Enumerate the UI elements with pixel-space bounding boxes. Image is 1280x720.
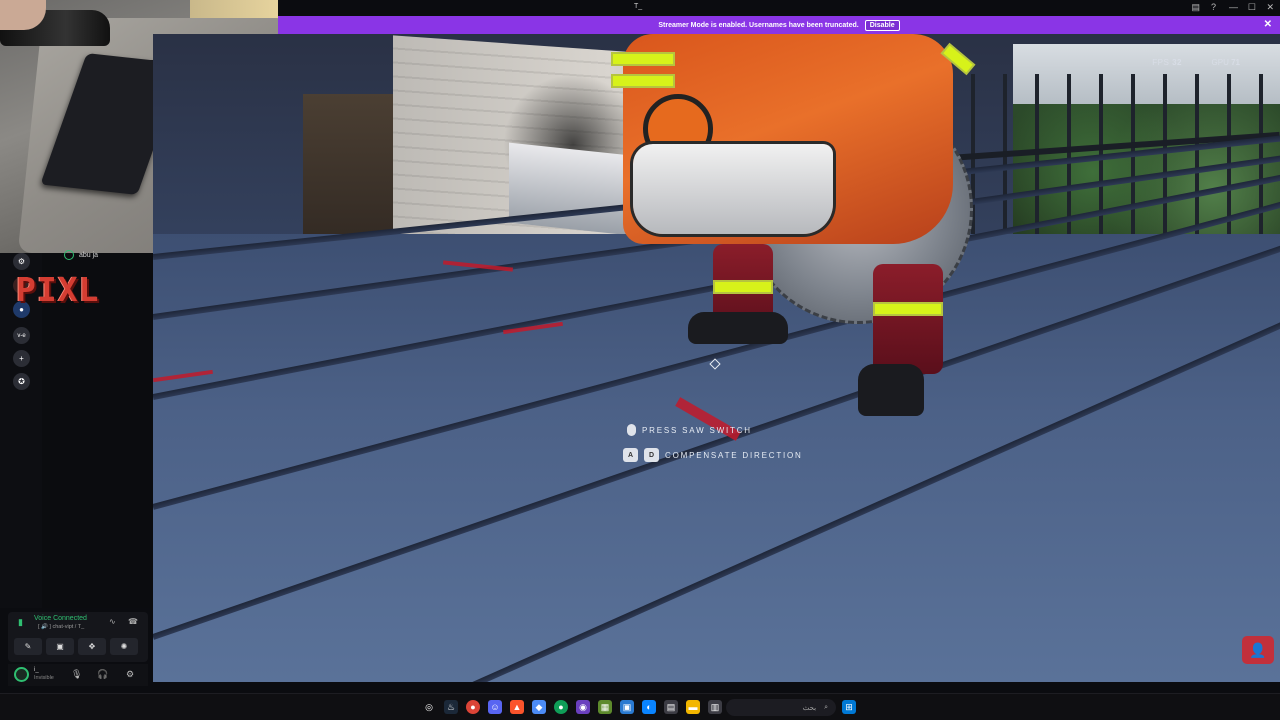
disconnect-icon[interactable]: ☎: [128, 617, 138, 626]
chrome-icon-2[interactable]: ●: [554, 700, 568, 714]
files-icon[interactable]: ▥: [708, 700, 722, 714]
settings-icon[interactable]: ⚙: [126, 669, 134, 680]
explore-icon[interactable]: ✪: [13, 373, 30, 390]
banner-text: Streamer Mode is enabled. Usernames have…: [658, 21, 859, 29]
soundboard-icon: ✺: [120, 642, 128, 651]
key-d: D: [644, 448, 659, 462]
reflective-stripe: [875, 304, 941, 314]
edge-icon[interactable]: ◐: [642, 700, 656, 714]
start-icon[interactable]: ◎: [422, 700, 436, 714]
chrome-icon[interactable]: ●: [466, 700, 480, 714]
server-icon-ve[interactable]: v-e: [13, 327, 30, 344]
firefighter-boot: [858, 364, 924, 416]
window-title: T_: [634, 3, 643, 10]
vpn-icon[interactable]: ◆: [532, 700, 546, 714]
add-server-icon[interactable]: +: [13, 350, 30, 367]
maximize-icon[interactable]: ☐: [1248, 2, 1256, 13]
game-viewport[interactable]: FPS 32 GPU 71 PRESS SAW SWITCH A D COMPE…: [153, 34, 1280, 682]
voice-panel: ▮ Voice Connected [ 🔊 ] chat-vipt / T_ ∿…: [8, 612, 148, 662]
signal-icon: ▮: [18, 617, 23, 627]
camera-button[interactable]: ✎: [14, 638, 42, 655]
search-placeholder: بحث: [802, 704, 817, 712]
windows-icon[interactable]: ⊞: [842, 700, 856, 714]
screen: { "discord": { "window_title": "T_", "st…: [0, 0, 1280, 720]
disable-button[interactable]: Disable: [864, 19, 900, 31]
reflective-stripe: [613, 76, 673, 86]
reflective-stripe: [715, 282, 771, 292]
reflective-stripe: [613, 54, 673, 64]
brave-icon[interactable]: ▲: [510, 700, 524, 714]
close-window-icon[interactable]: ✕: [1266, 2, 1274, 13]
voice-channel[interactable]: [ 🔊 ] chat-vipt / T_: [38, 624, 84, 630]
gpu-label: GPU: [1211, 58, 1229, 67]
screen-share-icon: ▣: [56, 642, 64, 651]
activities-icon: ✥: [88, 642, 96, 651]
fps-label: FPS: [1152, 58, 1170, 67]
inbox-icon[interactable]: ▤: [1191, 2, 1200, 13]
screen-share-button[interactable]: ▣: [46, 638, 74, 655]
gpu-readout: GPU 71: [1212, 58, 1240, 67]
voice-status: Voice Connected: [34, 615, 87, 622]
camera-off-icon: ✎: [24, 642, 32, 651]
minimize-icon[interactable]: —: [1229, 2, 1238, 12]
hint-compensate: A D COMPENSATE DIRECTION: [623, 448, 803, 462]
noise-suppression-icon[interactable]: ∿: [109, 617, 116, 626]
streamer-mode-banner: Streamer Mode is enabled. Usernames have…: [278, 16, 1280, 34]
user-name: i_: [34, 667, 39, 673]
window-titlebar: T_ ▤ ? — ☐ ✕: [278, 0, 1280, 16]
minecraft-icon[interactable]: ▦: [598, 700, 612, 714]
banner-close-icon[interactable]: ✕: [1264, 19, 1272, 30]
voice-user-name: abu ja: [79, 251, 99, 259]
soundboard-button[interactable]: ✺: [110, 638, 138, 655]
help-icon[interactable]: ?: [1211, 2, 1216, 12]
firefighter-leg: [873, 264, 943, 374]
folder-icon[interactable]: ▬: [686, 700, 700, 714]
server-short-label: v-e: [17, 332, 26, 339]
server-icon-1[interactable]: ⚙: [13, 253, 30, 270]
user-bar: i_ Invisible 🎙 🎧 ⚙: [8, 664, 148, 686]
hint-saw-text: PRESS SAW SWITCH: [642, 425, 752, 435]
gpu-value: 71: [1231, 58, 1240, 67]
hint-direction-text: COMPENSATE DIRECTION: [665, 450, 803, 460]
firefighter-boot: [688, 312, 788, 344]
activities-button[interactable]: ✥: [78, 638, 106, 655]
pixl-logo: PIXL: [16, 270, 100, 309]
voice-user-row[interactable]: abu ja: [64, 250, 98, 260]
key-a: A: [623, 448, 638, 462]
taskbar-search[interactable]: بحث ⌕: [726, 699, 836, 716]
mic-icon[interactable]: 🎙: [71, 669, 82, 680]
user-camera-icon: 👤: [1249, 641, 1267, 658]
steam-icon[interactable]: ♨: [444, 700, 458, 714]
store-icon[interactable]: ▣: [620, 700, 634, 714]
headphones-icon[interactable]: 🎧: [97, 669, 108, 680]
cut-line-mark: [153, 369, 213, 383]
user-status: Invisible: [34, 675, 54, 681]
mouse-icon: [627, 424, 636, 436]
user-avatar-icon: [64, 250, 74, 260]
fps-readout: FPS 32: [1152, 58, 1182, 67]
discord-icon[interactable]: ☺: [488, 700, 502, 714]
fps-value: 32: [1172, 58, 1182, 67]
camera-widget-button[interactable]: 👤: [1242, 636, 1274, 664]
user-avatar[interactable]: [14, 667, 29, 682]
power-saw: [633, 144, 833, 234]
taskbar: ◎ ♨ ● ☺ ▲ ◆ ● ◉ ▦ ▣ ◐ ▤ ▬ ▥ بحث ⌕ ⊞: [0, 693, 1280, 720]
hint-saw-switch: PRESS SAW SWITCH: [627, 424, 752, 436]
notepad-icon[interactable]: ▤: [664, 700, 678, 714]
search-icon: ⌕: [824, 703, 828, 711]
obs-icon[interactable]: ◉: [576, 700, 590, 714]
